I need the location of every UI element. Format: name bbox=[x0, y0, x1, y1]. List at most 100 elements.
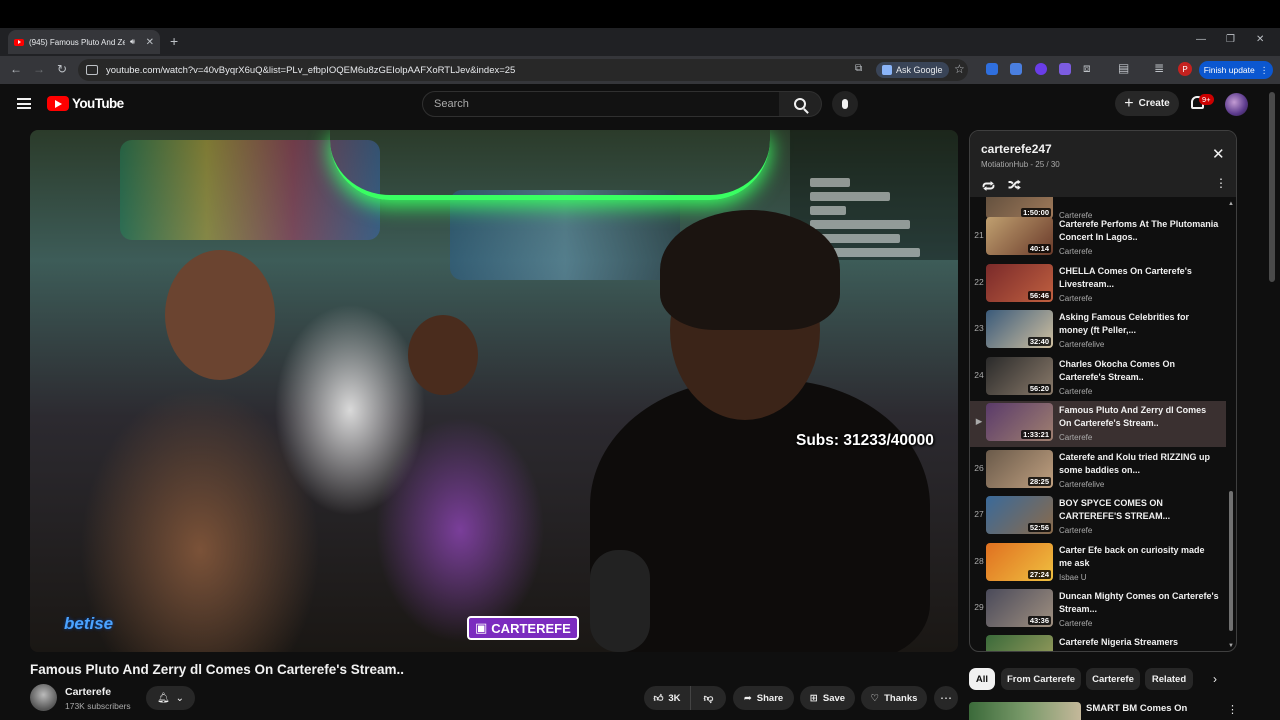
playlist-item-thumbnail[interactable]: 27:24 bbox=[986, 543, 1053, 581]
channel-name[interactable]: Carterefe bbox=[65, 686, 111, 698]
new-tab-icon[interactable]: + bbox=[170, 33, 178, 49]
like-button[interactable]: 👍︎ 3K bbox=[644, 686, 690, 710]
playlist-scrollbar[interactable]: ▲ ▼ bbox=[1228, 201, 1234, 649]
chevron-right-icon[interactable]: › bbox=[1213, 672, 1217, 686]
chip-related[interactable]: Related bbox=[1145, 668, 1193, 690]
tab-close-icon[interactable]: ✕ bbox=[146, 37, 154, 48]
playlist-scrollbar-thumb[interactable] bbox=[1229, 491, 1233, 631]
twitch-icon: ▣ bbox=[475, 620, 488, 635]
subscribed-notifications-button[interactable]: 🔔︎ ⌄ bbox=[146, 686, 195, 710]
chip-all[interactable]: All bbox=[969, 668, 995, 690]
playlist-title[interactable]: carterefe247 bbox=[981, 142, 1052, 156]
share-label: Share bbox=[756, 692, 784, 704]
playlist-item-title[interactable]: Charles Okocha Comes On Carterefe's Stre… bbox=[1059, 358, 1219, 384]
playlist-item[interactable]: ▶ 1:33:21 Famous Pluto And Zerry dl Comes … bbox=[970, 401, 1226, 447]
duration-badge: 40:14 bbox=[1027, 244, 1051, 253]
finish-update-button[interactable]: Finish update ⋮ bbox=[1199, 61, 1273, 79]
next-video-menu-icon[interactable]: ⋮ bbox=[1227, 703, 1238, 716]
extensions-puzzle-icon[interactable]: ⧈ bbox=[1083, 61, 1091, 76]
bell-icon: 🔔︎ bbox=[156, 692, 170, 704]
video-player[interactable]: Subs: 31233/40000 betise ▣ CARTEREFE bbox=[30, 130, 958, 652]
playlist-item-title[interactable]: Carterefe Perfoms At The Plutomania Conc… bbox=[1059, 218, 1219, 244]
ask-google-button[interactable]: Ask Google bbox=[876, 62, 949, 78]
more-actions-icon[interactable]: ⋯ bbox=[934, 686, 958, 710]
url-text: youtube.com/watch?v=40vByqrX6uQ&list=PLv… bbox=[106, 64, 516, 76]
extension-icon-2[interactable] bbox=[1059, 63, 1071, 75]
browser-profile-avatar[interactable]: P bbox=[1178, 62, 1192, 76]
playlist-item[interactable]: 23 32:40 Asking Famous Celebrities for mon… bbox=[970, 308, 1226, 354]
page-scrollbar[interactable] bbox=[1268, 86, 1276, 716]
playlist-item-index: 26 bbox=[974, 463, 984, 473]
playlist-item-thumbnail[interactable]: 43:36 bbox=[986, 589, 1053, 627]
extension-icon[interactable] bbox=[986, 63, 998, 75]
playlist-item-title[interactable]: Carterefe Nigeria Streamers bbox=[1059, 636, 1219, 649]
playlist-item-thumbnail[interactable] bbox=[986, 635, 1053, 651]
search-input[interactable]: Search bbox=[422, 91, 780, 117]
translate-extension-icon[interactable] bbox=[1010, 63, 1022, 75]
playlist-item-title[interactable]: Carter Efe back on curiosity made me ask bbox=[1059, 544, 1219, 570]
playlist-item-title[interactable]: BOY SPYCE COMES ON CARTEREFE'S STREAM... bbox=[1059, 497, 1219, 523]
notification-count-badge: 9+ bbox=[1199, 94, 1214, 105]
minimize-icon[interactable]: — bbox=[1196, 34, 1206, 45]
playlist-item-index: 23 bbox=[974, 323, 984, 333]
playlist-item[interactable]: 28 27:24 Carter Efe back on curiosity made… bbox=[970, 541, 1226, 587]
next-video-thumbnail[interactable] bbox=[969, 702, 1081, 720]
youtube-logo[interactable]: YouTube bbox=[47, 96, 124, 111]
playlist-item[interactable]: 22 56:46 CHELLA Comes On Carterefe's Lives… bbox=[970, 262, 1226, 308]
playlist-item-thumbnail[interactable]: 40:14 bbox=[986, 217, 1053, 255]
dislike-button[interactable]: 👎︎ bbox=[690, 686, 726, 710]
playlist-item-thumbnail[interactable]: 52:56 bbox=[986, 496, 1053, 534]
playlist-item[interactable]: 29 43:36 Duncan Mighty Comes on Carterefe'… bbox=[970, 587, 1226, 633]
media-controls-icon[interactable]: ≣ bbox=[1154, 61, 1164, 75]
chip-from-carterefe[interactable]: From Carterefe bbox=[1001, 668, 1081, 690]
search-button[interactable] bbox=[779, 91, 822, 117]
site-info-icon[interactable] bbox=[86, 65, 98, 75]
loop-icon[interactable]: 🔁︎ bbox=[982, 177, 995, 196]
shield-extension-icon[interactable] bbox=[1035, 63, 1047, 75]
bookmark-star-icon[interactable]: ☆ bbox=[954, 62, 965, 76]
speaker-icon[interactable]: 🔊︎ bbox=[130, 37, 135, 47]
next-video-title[interactable]: SMART BM Comes On bbox=[1086, 703, 1187, 714]
playlist-item-thumbnail[interactable]: 56:20 bbox=[986, 357, 1053, 395]
channel-avatar[interactable] bbox=[30, 684, 57, 711]
back-icon[interactable]: ← bbox=[10, 62, 22, 76]
neon-light bbox=[330, 130, 770, 200]
playlist-menu-icon[interactable]: ⋮ bbox=[1215, 176, 1227, 190]
window-close-icon[interactable]: ✕ bbox=[1256, 34, 1264, 45]
playlist-item-thumbnail[interactable]: 1:33:21 bbox=[986, 403, 1053, 441]
voice-search-button[interactable] bbox=[832, 91, 858, 117]
shuffle-icon[interactable]: 🔀︎ bbox=[1008, 176, 1021, 195]
playlist-item-title[interactable]: Duncan Mighty Comes on Carterefe's Strea… bbox=[1059, 590, 1219, 616]
playlist-item-title[interactable]: Caterefe and Kolu tried RIZZING up some … bbox=[1059, 451, 1219, 477]
playlist-item-title[interactable]: Asking Famous Celebrities for money (ft … bbox=[1059, 311, 1219, 337]
restore-icon[interactable]: ❐ bbox=[1226, 34, 1235, 45]
create-button[interactable]: + Create bbox=[1115, 91, 1179, 116]
channel-subscribers: 173K subscribers bbox=[65, 701, 131, 711]
install-app-icon[interactable]: ⧉ bbox=[855, 63, 862, 74]
playlist-item-thumbnail[interactable]: 56:46 bbox=[986, 264, 1053, 302]
page-scrollbar-thumb[interactable] bbox=[1269, 92, 1275, 282]
duration-badge: 28:25 bbox=[1027, 477, 1051, 486]
playlist-item[interactable]: 26 28:25 Caterefe and Kolu tried RIZZING u… bbox=[970, 448, 1226, 494]
thanks-button[interactable]: ♡ Thanks bbox=[861, 686, 927, 710]
reload-icon[interactable]: ↻ bbox=[57, 62, 67, 76]
account-avatar[interactable] bbox=[1225, 93, 1248, 116]
playlist-item[interactable]: 24 56:20 Charles Okocha Comes On Carterefe… bbox=[970, 355, 1226, 401]
os-top-bar bbox=[0, 0, 1280, 28]
close-icon[interactable]: ✕ bbox=[1212, 145, 1225, 163]
save-button[interactable]: ⊞ Save bbox=[800, 686, 855, 710]
playlist-item-thumbnail[interactable]: 28:25 bbox=[986, 450, 1053, 488]
address-bar[interactable]: youtube.com/watch?v=40vByqrX6uQ&list=PLv… bbox=[78, 59, 968, 81]
playlist-item-title[interactable]: CHELLA Comes On Carterefe's Livestream..… bbox=[1059, 265, 1219, 291]
menu-hamburger-icon[interactable] bbox=[17, 98, 31, 109]
chip-carterefe[interactable]: Carterefe bbox=[1086, 668, 1140, 690]
playlist-item[interactable]: 21 40:14 Carterefe Perfoms At The Plutoman… bbox=[970, 215, 1226, 261]
forward-icon[interactable]: → bbox=[33, 62, 45, 76]
playlist-item[interactable]: Carterefe Nigeria Streamers bbox=[970, 633, 1226, 651]
browser-tab[interactable]: (945) Famous Pluto And Zerry dl Comes On… bbox=[8, 30, 160, 54]
reading-list-icon[interactable]: ▤ bbox=[1118, 61, 1129, 75]
share-button[interactable]: ➦ Share bbox=[733, 686, 794, 710]
playlist-item-thumbnail[interactable]: 32:40 bbox=[986, 310, 1053, 348]
playlist-item-title[interactable]: Famous Pluto And Zerry dl Comes On Carte… bbox=[1059, 404, 1219, 430]
playlist-item[interactable]: 27 52:56 BOY SPYCE COMES ON CARTEREFE'S ST… bbox=[970, 494, 1226, 540]
